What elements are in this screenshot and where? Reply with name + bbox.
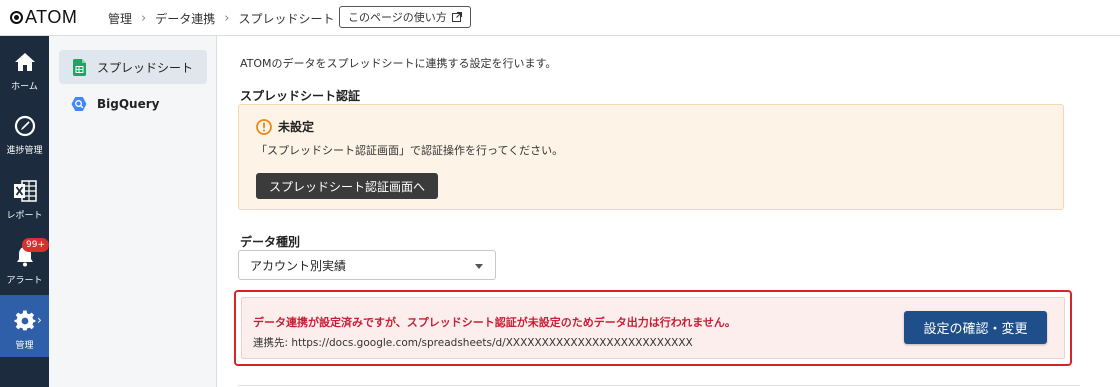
check-settings-button[interactable]: 設定の確認・変更 [904,311,1047,344]
warning-icon [256,118,272,135]
nav-item-report[interactable]: レポート [0,165,49,227]
divider [238,385,1080,386]
page-description: ATOMのデータをスプレッドシートに連携する設定を行います。 [240,57,557,70]
subnav-item-spreadsheet[interactable]: スプレッドシート [59,50,207,84]
nav-label: 進捗管理 [6,146,43,156]
sub-nav: スプレッドシート BigQuery [49,36,217,387]
nav-label: レポート [6,211,43,221]
page-help-label: このページの使い方 [348,11,447,24]
gear-icon [13,310,35,331]
spreadsheet-icon [72,58,86,76]
alert-title: データ連携が設定済みですが、スプレッドシート認証が未設定のためデータ出力は行われ… [253,316,736,329]
breadcrumb-chevron-icon: › [141,11,147,26]
nav-item-alert[interactable]: 99+ アラート [0,230,49,292]
logo-text: ATOM [25,7,78,27]
nav-label: 管理 [15,341,34,351]
warning-title: 未設定 [278,120,315,134]
nav-item-progress[interactable]: 進捗管理 [0,100,49,162]
integration-alert: データ連携が設定済みですが、スプレッドシート認証が未設定のためデータ出力は行われ… [241,297,1065,359]
main-content: ATOMのデータをスプレッドシートに連携する設定を行います。 スプレッドシート認… [217,36,1120,387]
warning-message: 「スプレッドシート認証画面」で認証操作を行ってください。 [256,144,564,157]
auth-section-title: スプレッドシート認証 [240,89,361,103]
chevron-right-icon: › [37,313,42,327]
breadcrumb-item-spreadsheet: スプレッドシート [238,12,335,26]
data-type-label: データ種別 [240,235,301,249]
external-link-icon [451,12,462,22]
logo[interactable]: ATOM [10,7,77,28]
top-bar: ATOM 管理 › データ連携 › スプレッドシート このページの使い方 [0,0,1120,36]
subnav-label: BigQuery [97,97,160,111]
alert-destination-url: 連携先: https://docs.google.com/spreadsheet… [253,337,693,349]
nav-item-admin[interactable]: › 管理 [0,295,49,357]
caret-down-icon [475,264,483,269]
breadcrumb-item-data-integration[interactable]: データ連携 [155,10,215,27]
nav-label: アラート [6,276,43,286]
bigquery-icon [71,96,87,112]
integration-alert-highlight: データ連携が設定済みですが、スプレッドシート認証が未設定のためデータ出力は行われ… [234,290,1072,366]
progress-icon [14,115,35,137]
breadcrumb-chevron-icon: › [224,11,230,26]
breadcrumb-item-admin[interactable]: 管理 [108,10,132,27]
alert-count-badge: 99+ [22,238,49,252]
nav-item-home[interactable]: ホーム [0,36,49,98]
auth-warning-panel: 未設定 「スプレッドシート認証画面」で認証操作を行ってください。 スプレッドシー… [238,104,1064,210]
subnav-item-bigquery[interactable]: BigQuery [59,87,207,121]
logo-mark-icon [10,11,23,24]
page-help-button[interactable]: このページの使い方 [339,6,471,28]
auth-screen-button[interactable]: スプレッドシート認証画面へ [256,173,439,199]
data-type-select[interactable]: アカウント別実績 [238,250,496,280]
nav-label: ホーム [11,82,38,92]
home-icon [14,53,35,71]
left-nav: ホーム 進捗管理 レポート 99+ アラート › 管理 [0,36,49,387]
data-type-selected-value: アカウント別実績 [250,258,347,273]
warning-header: 未設定 [256,118,314,135]
subnav-label: スプレッドシート [97,60,194,75]
report-icon [13,180,37,202]
breadcrumb: 管理 › データ連携 › スプレッドシート [108,10,334,27]
